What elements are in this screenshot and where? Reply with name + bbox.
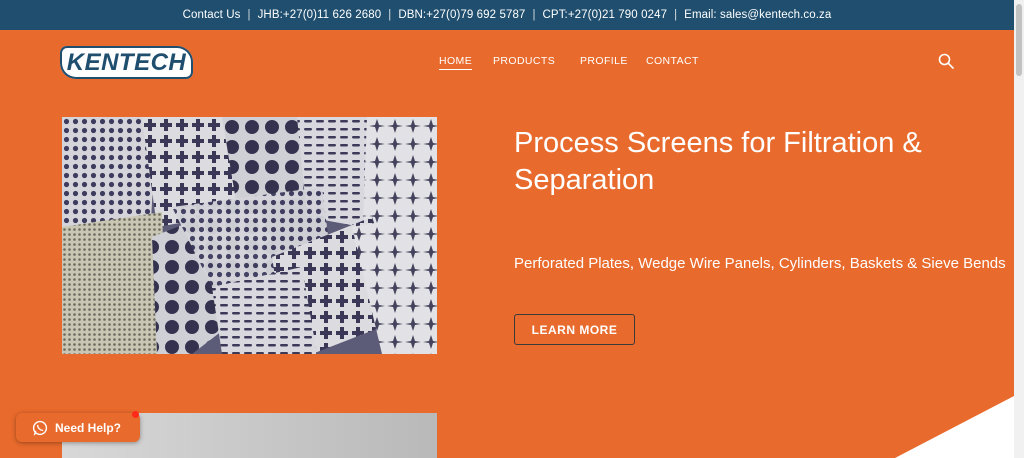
perforated-plates-image xyxy=(62,117,437,354)
separator: | xyxy=(532,9,536,21)
main-nav: HOME PRODUCTS PROFILE CONTACT xyxy=(0,55,1014,71)
separator: | xyxy=(674,9,678,21)
hero-section: KENTECH HOME PRODUCTS PROFILE CONTACT Pr… xyxy=(0,30,1014,458)
nav-products[interactable]: PRODUCTS xyxy=(493,55,555,67)
hero-title: Process Screens for Filtration & Separat… xyxy=(514,127,922,196)
nav-profile[interactable]: PROFILE xyxy=(580,55,628,67)
nav-contact[interactable]: CONTACT xyxy=(646,55,699,67)
learn-more-button[interactable]: LEARN MORE xyxy=(514,314,635,345)
dbn-phone-link[interactable]: DBN:+27(0)79 692 5787 xyxy=(398,9,525,21)
notification-dot xyxy=(132,411,139,418)
perforated-plates-illustration xyxy=(62,117,437,354)
email-link[interactable]: Email: sales@kentech.co.za xyxy=(684,9,831,21)
separator: | xyxy=(247,9,251,21)
contact-us-link[interactable]: Contact Us xyxy=(183,9,241,21)
separator: | xyxy=(388,9,392,21)
contact-top-bar: Contact Us | JHB:+27(0)11 626 2680 | DBN… xyxy=(0,0,1014,30)
cpt-phone-link[interactable]: CPT:+27(0)21 790 0247 xyxy=(543,9,668,21)
search-icon[interactable] xyxy=(938,53,954,69)
jhb-phone-link[interactable]: JHB:+27(0)11 626 2680 xyxy=(258,9,382,21)
scrollbar-thumb[interactable] xyxy=(1016,4,1022,76)
page-scrollbar[interactable] xyxy=(1014,0,1024,458)
nav-home[interactable]: HOME xyxy=(439,55,473,70)
need-help-label: Need Help? xyxy=(55,420,122,435)
need-help-button[interactable]: Need Help? xyxy=(16,413,140,442)
hero-subtitle: Perforated Plates, Wedge Wire Panels, Cy… xyxy=(514,255,1006,272)
whatsapp-icon xyxy=(32,420,48,435)
